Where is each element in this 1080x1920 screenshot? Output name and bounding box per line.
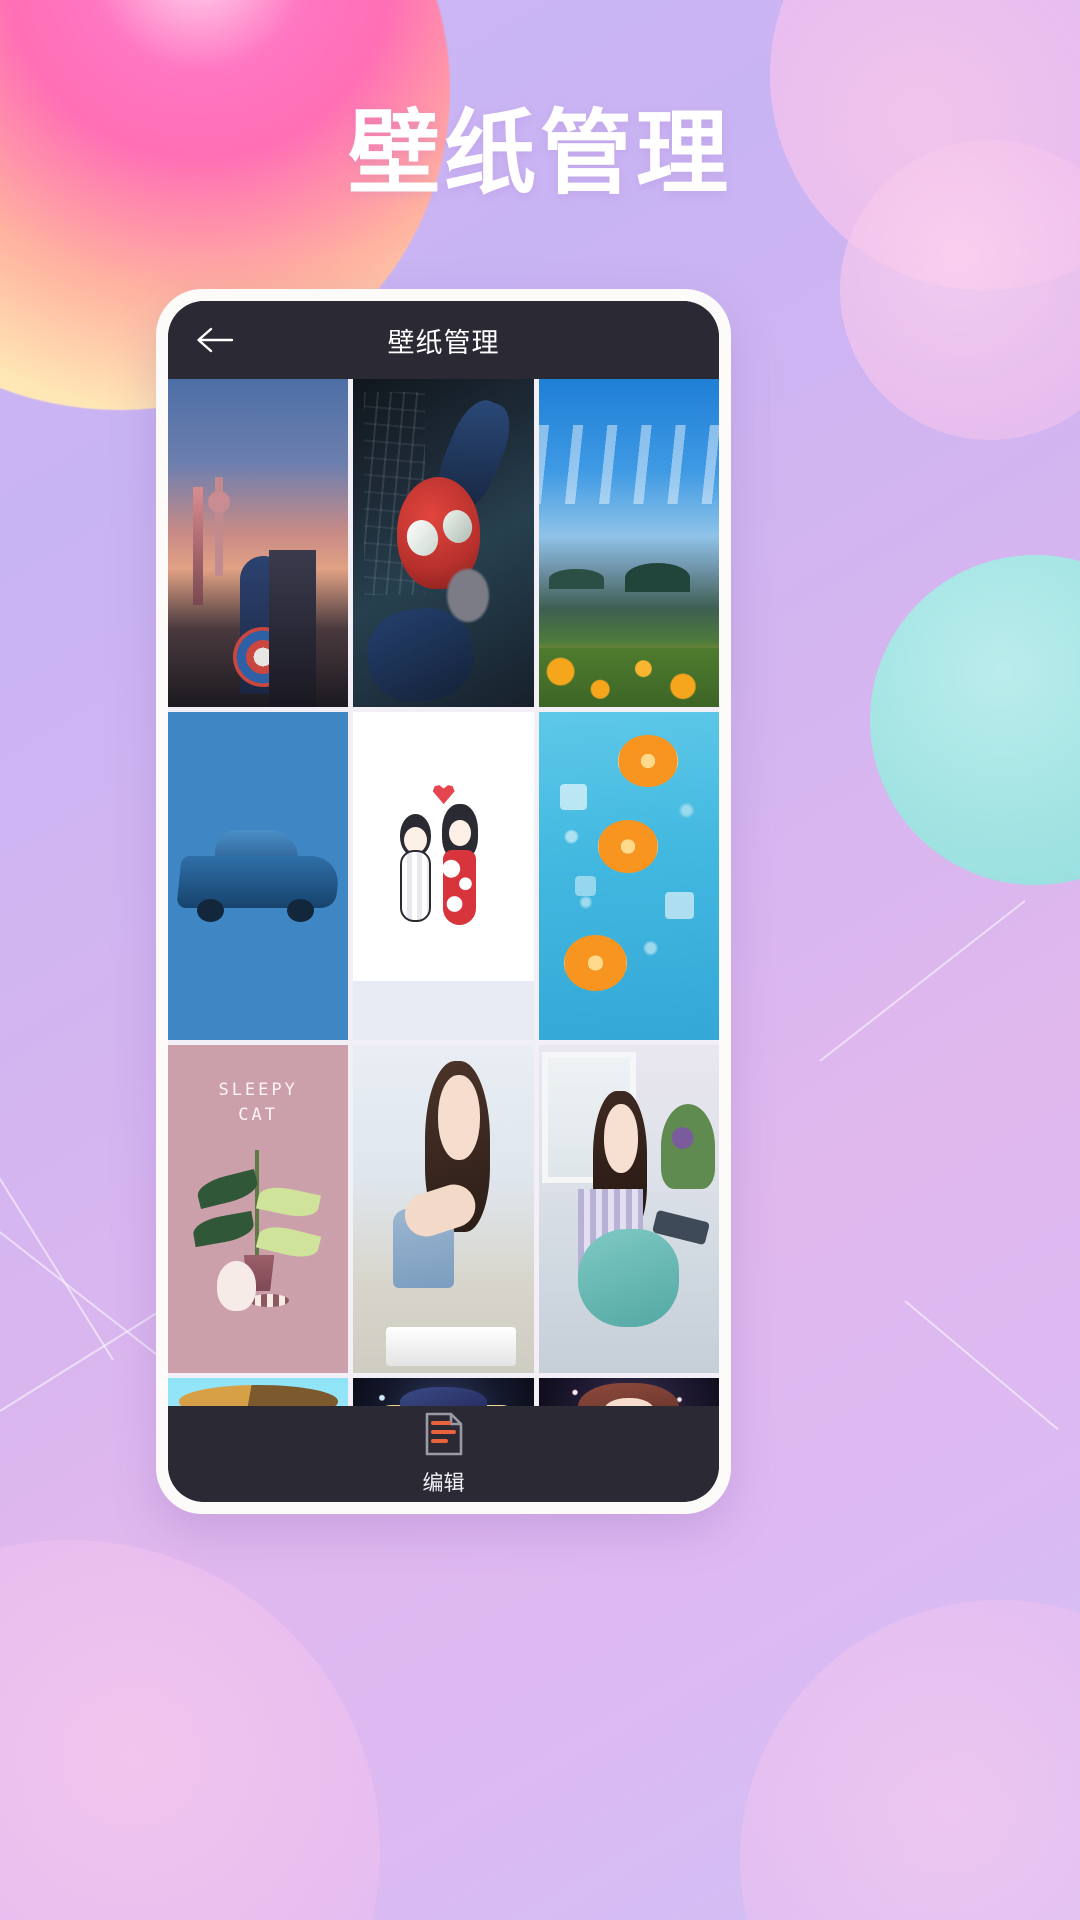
phone-screen: 壁纸管理 SLEEPY CAT 编辑 — [168, 301, 719, 1502]
arrow-left-icon — [194, 325, 236, 355]
wallpaper-grid: SLEEPY CAT — [168, 379, 719, 1406]
page-title: 壁纸管理 — [347, 103, 732, 205]
wallpaper-thumb-sleepy-cat: SLEEPY CAT — [168, 1045, 349, 1373]
wallpaper-caption-sleepy-cat: SLEEPY CAT — [218, 1079, 298, 1126]
wallpaper-item[interactable] — [538, 379, 719, 707]
app-bar-title: 壁纸管理 — [387, 327, 500, 358]
wallpaper-thumb-spiderman — [353, 379, 534, 707]
back-button[interactable] — [192, 317, 238, 363]
tab-edit-label: 编辑 — [422, 1471, 465, 1495]
wallpaper-thumb-lake — [538, 379, 719, 707]
wallpaper-item[interactable]: SLEEPY CAT — [168, 1045, 349, 1373]
app-bar: 壁纸管理 — [168, 301, 719, 379]
wallpaper-item[interactable] — [168, 712, 349, 1040]
wallpaper-item[interactable] — [168, 379, 349, 707]
wallpaper-item[interactable] — [538, 712, 719, 1040]
wallpaper-item[interactable] — [538, 1378, 719, 1406]
wallpaper-thumb-anime-red — [538, 1378, 719, 1406]
blob-pink-bottomleft — [0, 1540, 380, 1920]
wallpaper-thumb-girl-reading — [353, 1045, 534, 1373]
wallpaper-item[interactable] — [353, 712, 534, 1040]
decor-line-4 — [819, 900, 1026, 1062]
wallpaper-item[interactable] — [168, 1378, 349, 1406]
wallpaper-thumb-sports-car — [168, 712, 349, 1040]
wallpaper-item[interactable] — [353, 1378, 534, 1406]
bottom-tabbar: 编辑 — [168, 1406, 719, 1502]
blob-teal-right — [870, 555, 1080, 885]
blob-pink-bottomright — [740, 1600, 1080, 1920]
wallpaper-thumb-couple — [353, 712, 534, 1040]
wallpaper-item[interactable] — [353, 379, 534, 707]
phone-mockup: 壁纸管理 SLEEPY CAT 编辑 — [156, 289, 731, 1514]
wallpaper-thumb-anime-hat — [168, 1378, 349, 1406]
wallpaper-item[interactable] — [538, 1045, 719, 1373]
wallpaper-thumb-girl-guitar — [538, 1045, 719, 1373]
wallpaper-thumb-orange-slices — [538, 712, 719, 1040]
wallpaper-item[interactable] — [353, 1045, 534, 1373]
wallpaper-thumb-anime-blonde — [353, 1378, 534, 1406]
decor-line-5 — [904, 1300, 1059, 1431]
document-edit-icon — [424, 1412, 464, 1461]
wallpaper-thumb-captain-america — [168, 379, 349, 707]
tab-edit[interactable]: 编辑 — [423, 1412, 465, 1497]
